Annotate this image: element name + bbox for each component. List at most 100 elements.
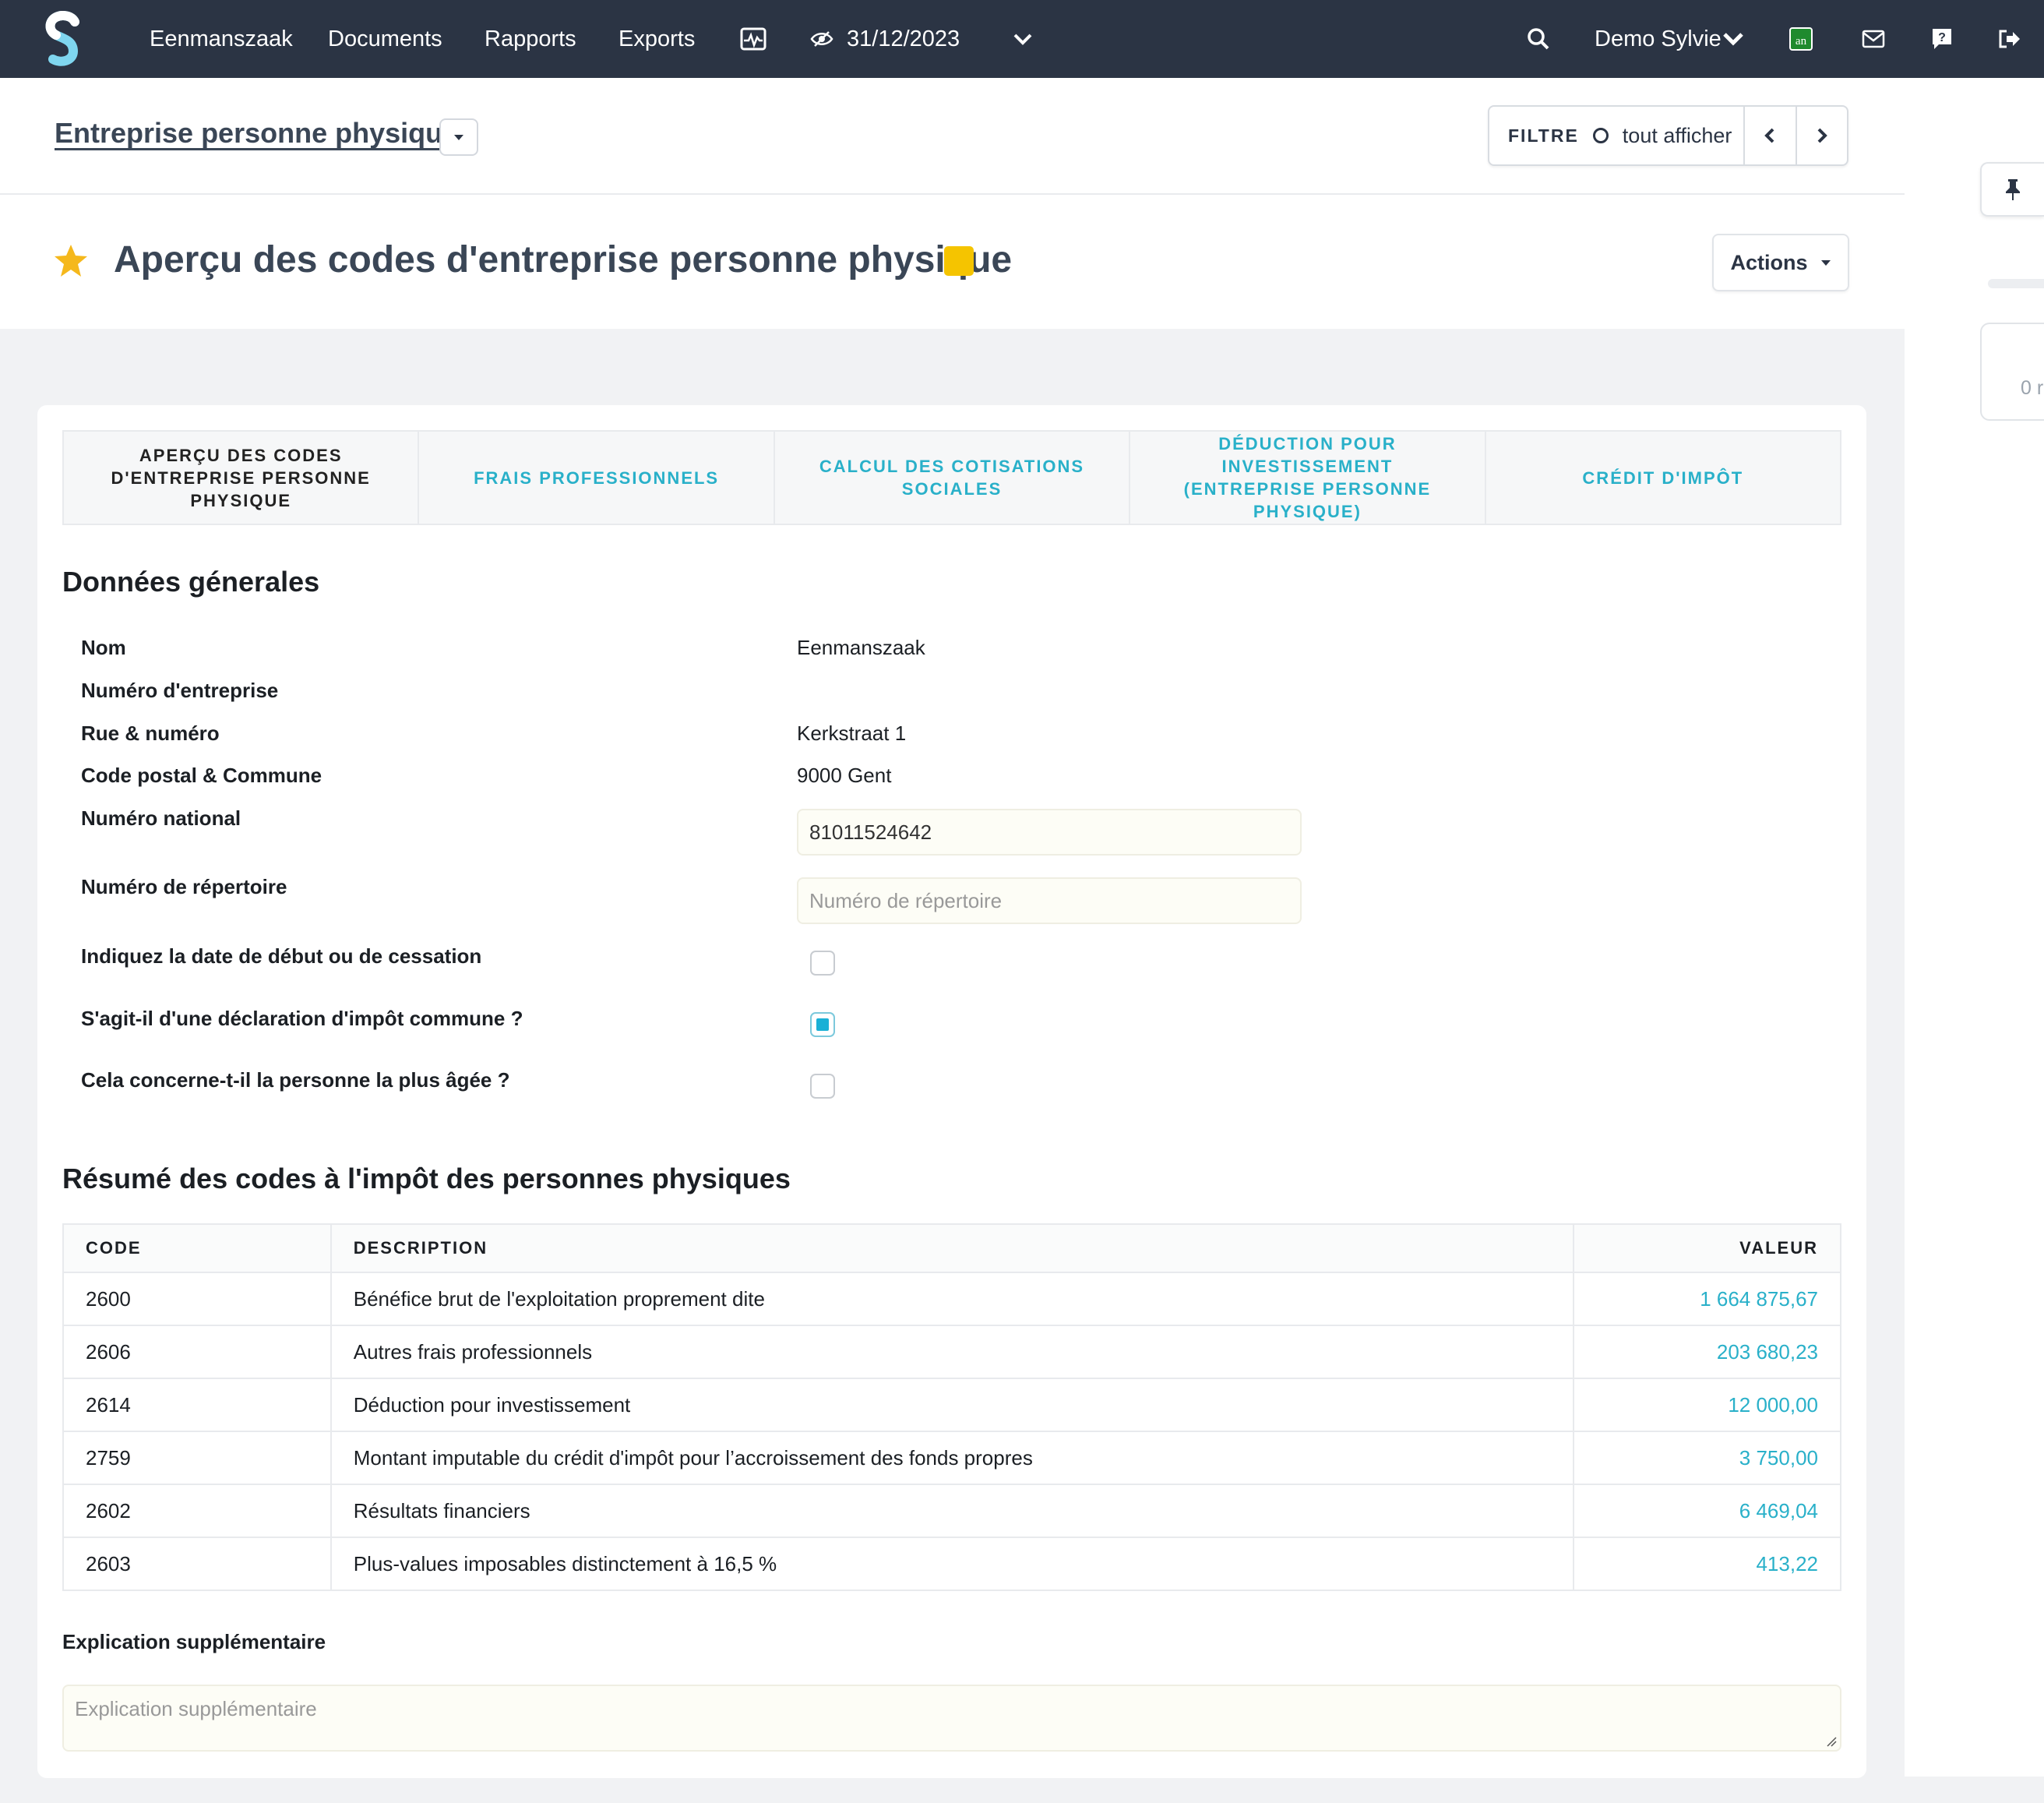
row-code: 2606 bbox=[62, 1325, 332, 1379]
row-value-link[interactable]: 203 680,23 bbox=[1573, 1325, 1841, 1379]
title-bar: Aperçu des codes d'entreprise personne p… bbox=[0, 195, 1905, 329]
main-card: APERÇU DES CODES D'ENTREPRISE PERSONNE P… bbox=[37, 405, 1866, 1778]
period-date[interactable]: 31/12/2023 bbox=[847, 0, 960, 78]
nom-value: Eenmanszaak bbox=[797, 636, 925, 659]
user-chevron-down-icon[interactable] bbox=[1722, 0, 1745, 78]
chevron-right-icon bbox=[1817, 128, 1827, 143]
status-tag-icon[interactable] bbox=[944, 246, 974, 276]
caret-down-icon bbox=[454, 135, 463, 140]
breadcrumb-dropdown-button[interactable] bbox=[439, 118, 478, 156]
tab-apercu-codes[interactable]: APERÇU DES CODES D'ENTREPRISE PERSONNE P… bbox=[64, 432, 420, 524]
nav-exports[interactable]: Exports bbox=[618, 0, 695, 78]
codes-table: CODE DESCRIPTION VALEUR 2600 Bénéfice br… bbox=[62, 1223, 1841, 1591]
top-navbar: Eenmanszaak Documents Rapports Exports 3… bbox=[0, 0, 2044, 78]
filter-radio-icon[interactable] bbox=[1592, 128, 1609, 143]
filter-show-all[interactable]: tout afficher bbox=[1623, 124, 1732, 148]
row-value-link[interactable]: 6 469,04 bbox=[1573, 1484, 1841, 1538]
plus-agee-label: Cela concerne-t-il la personne la plus â… bbox=[81, 1068, 510, 1092]
row-code: 2603 bbox=[62, 1537, 332, 1591]
row-code: 2759 bbox=[62, 1431, 332, 1485]
code-postal-label: Code postal & Commune bbox=[81, 764, 322, 787]
filter-control: FILTRE tout afficher bbox=[1488, 105, 1848, 166]
row-code: 2602 bbox=[62, 1484, 332, 1538]
numero-entreprise-label: Numéro d'entreprise bbox=[81, 679, 279, 702]
tab-frais-professionnels[interactable]: FRAIS PROFESSIONNELS bbox=[419, 432, 775, 524]
table-row: 2600 Bénéfice brut de l'exploitation pro… bbox=[62, 1272, 1841, 1326]
row-value-link[interactable]: 3 750,00 bbox=[1573, 1431, 1841, 1485]
table-row: 2603 Plus-values imposables distinctemen… bbox=[62, 1537, 1841, 1591]
actions-button[interactable]: Actions bbox=[1712, 234, 1849, 291]
row-description: Montant imputable du crédit d'impôt pour… bbox=[330, 1431, 1575, 1485]
plus-agee-checkbox[interactable] bbox=[810, 1074, 835, 1099]
filter-label: FILTRE bbox=[1508, 125, 1579, 146]
nav-eenmanszaak[interactable]: Eenmanszaak bbox=[150, 0, 293, 78]
breadcrumb-link[interactable]: Entreprise personne physique bbox=[55, 117, 458, 150]
actions-label: Actions bbox=[1730, 250, 1808, 274]
rue-label: Rue & numéro bbox=[81, 722, 220, 745]
activity-monitor-icon[interactable] bbox=[738, 0, 768, 78]
resize-handle-icon[interactable] bbox=[1826, 1736, 1837, 1747]
side-panel-card-text: 0 r bbox=[2021, 377, 2044, 399]
eye-slash-icon[interactable] bbox=[810, 0, 833, 78]
pin-icon bbox=[2006, 179, 2020, 200]
row-description: Déduction pour investissement bbox=[330, 1378, 1575, 1432]
next-button[interactable] bbox=[1796, 107, 1847, 164]
tab-bar: APERÇU DES CODES D'ENTREPRISE PERSONNE P… bbox=[62, 430, 1841, 525]
header-bar: Entreprise personne physique FILTRE tout… bbox=[0, 78, 1905, 195]
user-menu[interactable]: Demo Sylvie bbox=[1595, 0, 1722, 78]
numero-national-input[interactable] bbox=[797, 809, 1302, 856]
explanation-label: Explication supplémentaire bbox=[62, 1630, 326, 1653]
app-badge-icon[interactable]: an bbox=[1788, 0, 1813, 78]
rue-value: Kerkstraat 1 bbox=[797, 722, 907, 745]
side-panel-card[interactable]: 0 r bbox=[1980, 323, 2044, 421]
date-debut-checkbox[interactable] bbox=[810, 951, 835, 976]
row-description: Plus-values imposables distinctement à 1… bbox=[330, 1537, 1575, 1591]
tab-cotisations-sociales[interactable]: CALCUL DES COTISATIONS SOCIALES bbox=[775, 432, 1131, 524]
chevron-down-icon[interactable] bbox=[1011, 0, 1034, 78]
pin-button[interactable] bbox=[1980, 162, 2044, 217]
row-description: Bénéfice brut de l'exploitation propreme… bbox=[330, 1272, 1575, 1326]
row-description: Résultats financiers bbox=[330, 1484, 1575, 1538]
general-data-heading: Données génerales bbox=[62, 566, 320, 598]
nav-rapports[interactable]: Rapports bbox=[485, 0, 576, 78]
row-value-link[interactable]: 12 000,00 bbox=[1573, 1378, 1841, 1432]
nav-documents[interactable]: Documents bbox=[328, 0, 442, 78]
app-logo-icon[interactable] bbox=[44, 11, 81, 67]
mail-icon[interactable] bbox=[1861, 0, 1886, 78]
numero-national-label: Numéro national bbox=[81, 806, 241, 830]
row-value-link[interactable]: 413,22 bbox=[1573, 1537, 1841, 1591]
repertoire-label: Numéro de répertoire bbox=[81, 875, 287, 898]
favorite-star-icon[interactable] bbox=[53, 243, 89, 279]
explanation-textarea[interactable] bbox=[62, 1685, 1841, 1752]
table-row: 2602 Résultats financiers 6 469,04 bbox=[62, 1484, 1841, 1538]
date-debut-label: Indiquez la date de début ou de cessatio… bbox=[81, 944, 482, 968]
chevron-left-icon bbox=[1764, 128, 1774, 143]
previous-button[interactable] bbox=[1743, 107, 1795, 164]
tab-deduction-investissement[interactable]: DÉDUCTION POUR INVESTISSEMENT (ENTREPRIS… bbox=[1130, 432, 1486, 524]
page-title: Aperçu des codes d'entreprise personne p… bbox=[114, 239, 1013, 281]
help-icon[interactable]: ? bbox=[1930, 0, 1954, 78]
row-code: 2614 bbox=[62, 1378, 332, 1432]
app-badge-text: an bbox=[1789, 27, 1813, 51]
row-code: 2600 bbox=[62, 1272, 332, 1326]
column-header-code: CODE bbox=[62, 1223, 332, 1273]
logout-icon[interactable] bbox=[1997, 0, 2021, 78]
tab-credit-impot[interactable]: CRÉDIT D'IMPÔT bbox=[1486, 432, 1840, 524]
caret-down-icon bbox=[1820, 259, 1831, 266]
summary-heading: Résumé des codes à l'impôt des personnes… bbox=[62, 1163, 791, 1194]
side-panel-divider bbox=[1988, 279, 2044, 288]
table-row: 2759 Montant imputable du crédit d'impôt… bbox=[62, 1431, 1841, 1485]
column-header-value: VALEUR bbox=[1573, 1223, 1841, 1273]
search-icon[interactable] bbox=[1525, 0, 1552, 78]
table-row: 2614 Déduction pour investissement 12 00… bbox=[62, 1378, 1841, 1432]
nom-label: Nom bbox=[81, 636, 126, 659]
code-postal-value: 9000 Gent bbox=[797, 764, 892, 787]
table-header-row: CODE DESCRIPTION VALEUR bbox=[62, 1223, 1841, 1273]
row-description: Autres frais professionnels bbox=[330, 1325, 1575, 1379]
row-value-link[interactable]: 1 664 875,67 bbox=[1573, 1272, 1841, 1326]
declaration-commune-label: S'agit-il d'une déclaration d'impôt comm… bbox=[81, 1007, 523, 1030]
declaration-commune-checkbox[interactable] bbox=[810, 1012, 835, 1037]
table-row: 2606 Autres frais professionnels 203 680… bbox=[62, 1325, 1841, 1379]
svg-text:?: ? bbox=[1938, 31, 1946, 44]
repertoire-input[interactable] bbox=[797, 877, 1302, 924]
